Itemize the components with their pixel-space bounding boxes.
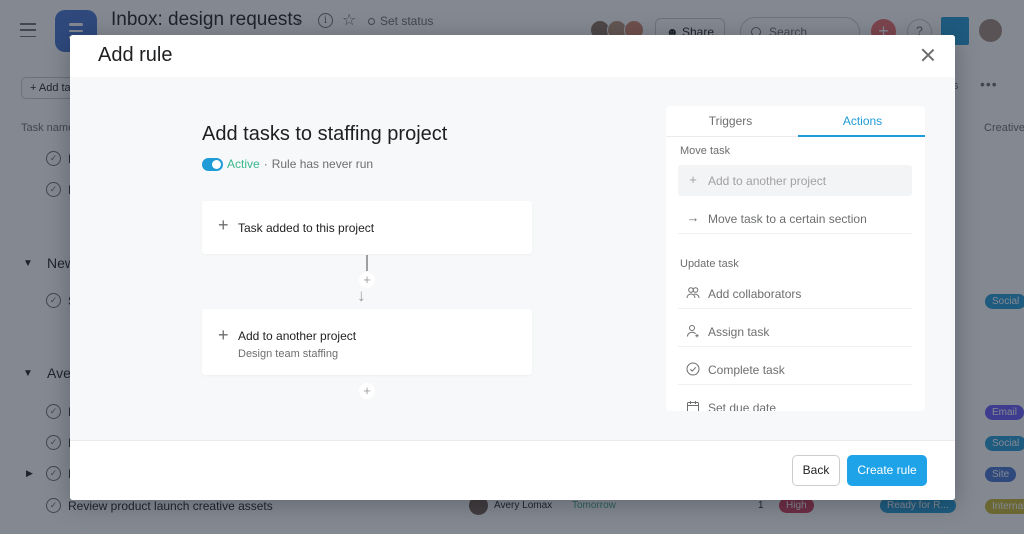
action-item-complete-task[interactable]: Complete task <box>678 354 912 385</box>
check-circle-icon <box>686 362 700 376</box>
create-rule-button[interactable]: Create rule <box>847 455 927 486</box>
dialog-title: Add rule <box>98 44 173 66</box>
action-sublabel: Design team staffing <box>238 348 339 360</box>
trigger-label: Task added to this project <box>238 221 375 235</box>
arrow-right-icon: → <box>686 210 700 225</box>
rule-active-toggle[interactable] <box>202 157 223 171</box>
action-item-set-due-date[interactable]: Set due date <box>678 392 912 411</box>
arrow-down-icon: ↓ <box>357 286 366 305</box>
group-label-update-task: Update task <box>680 258 739 270</box>
add-rule-dialog: Add rule Add tasks to staffing project A… <box>70 35 955 500</box>
assign-user-icon <box>686 324 700 338</box>
action-item-label: Set due date <box>708 401 777 411</box>
action-item-label: Add to another project <box>708 174 827 188</box>
run-status: Rule has never run <box>271 157 374 171</box>
action-item-label: Complete task <box>708 363 785 377</box>
active-label: Active <box>227 157 260 171</box>
rule-status: Active · Rule has never run <box>202 157 373 171</box>
group-label-move-task: Move task <box>680 145 731 157</box>
connector-line <box>366 255 368 271</box>
dialog-header: Add rule <box>70 35 955 77</box>
dialog-footer: Back Create rule <box>70 440 955 500</box>
rule-name[interactable]: Add tasks to staffing project <box>202 123 447 146</box>
collaborators-icon <box>686 286 700 300</box>
separator: · <box>263 157 268 171</box>
action-card[interactable]: + Add to another project Design team sta… <box>202 309 532 375</box>
calendar-icon <box>686 400 700 411</box>
action-item-label: Add collaborators <box>708 287 802 301</box>
rule-options-panel: Triggers Actions Move task + Add to anot… <box>666 106 925 411</box>
tab-actions[interactable]: Actions <box>798 106 925 137</box>
action-item-add-to-project[interactable]: + Add to another project <box>678 165 912 196</box>
action-item-add-collaborators[interactable]: Add collaborators <box>678 278 912 309</box>
tab-triggers[interactable]: Triggers <box>666 106 795 137</box>
action-item-assign-task[interactable]: Assign task <box>678 316 912 347</box>
panel-tabs: Triggers Actions <box>666 106 925 137</box>
plus-icon: + <box>218 325 229 345</box>
action-item-move-section[interactable]: → Move task to a certain section <box>678 203 912 234</box>
action-item-label: Move task to a certain section <box>708 212 867 226</box>
plus-icon: + <box>218 215 229 235</box>
add-action-plus-icon[interactable]: + <box>359 383 375 399</box>
action-item-label: Assign task <box>708 325 770 339</box>
close-icon[interactable] <box>919 46 937 64</box>
trigger-card[interactable]: + Task added to this project <box>202 201 532 254</box>
plus-icon: + <box>689 172 697 187</box>
action-label: Add to another project <box>238 329 357 343</box>
back-button[interactable]: Back <box>792 455 840 486</box>
